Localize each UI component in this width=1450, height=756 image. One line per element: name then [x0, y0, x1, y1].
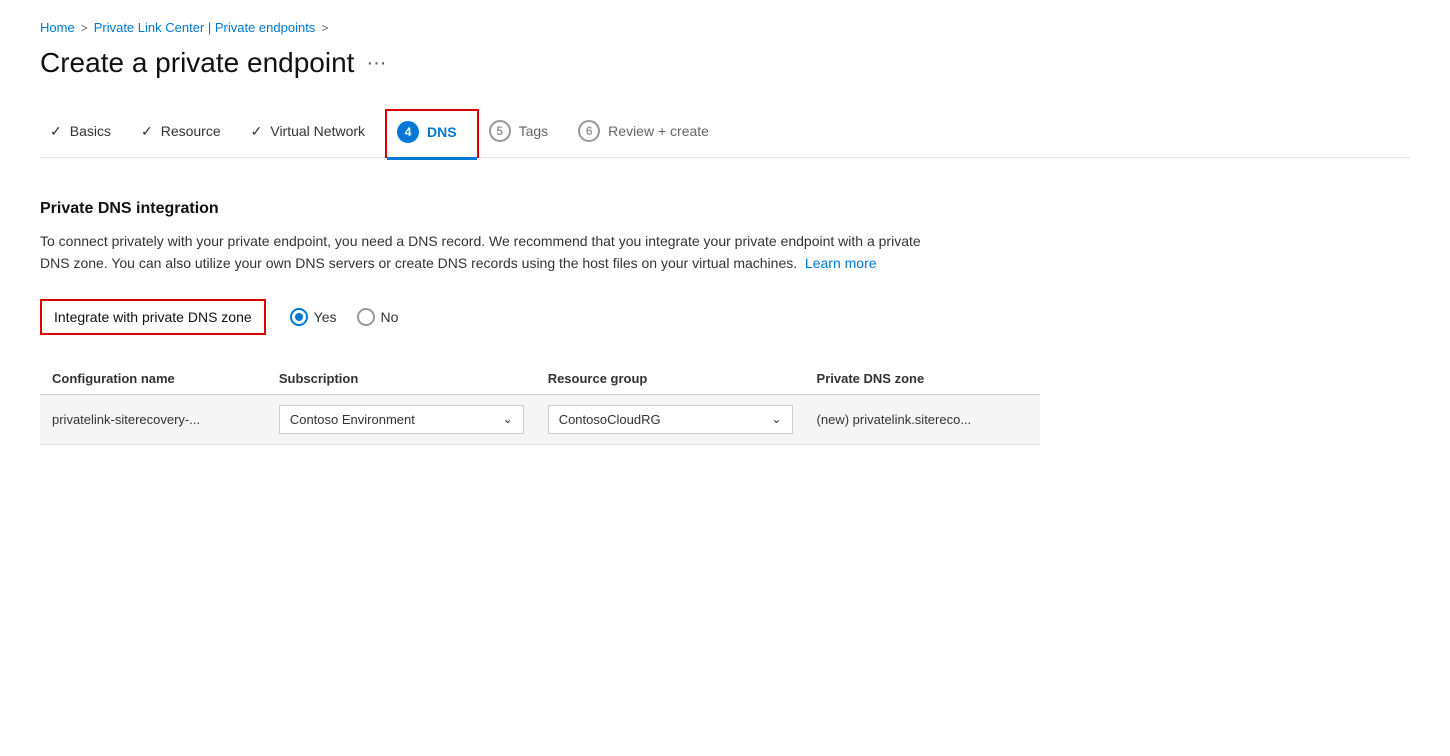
breadcrumb: Home > Private Link Center | Private end… — [40, 20, 1410, 35]
resource-group-dropdown[interactable]: ContosoCloudRG ⌄ — [548, 405, 793, 434]
step-dns[interactable]: 4 DNS — [385, 109, 479, 158]
breadcrumb-private-link[interactable]: Private Link Center | Private endpoints — [94, 20, 316, 35]
radio-yes-circle — [290, 308, 308, 326]
step-basics[interactable]: ✓ Basics — [40, 113, 131, 154]
learn-more-link[interactable]: Learn more — [805, 255, 877, 271]
step-resource-check: ✓ — [141, 123, 153, 140]
step-review-num: 6 — [578, 120, 600, 142]
step-virtual-network[interactable]: ✓ Virtual Network — [241, 113, 385, 154]
step-tags[interactable]: 5 Tags — [479, 110, 569, 156]
breadcrumb-sep-2: > — [321, 21, 328, 35]
col-resource-group: Resource group — [536, 363, 805, 395]
resource-group-value: ContosoCloudRG — [559, 412, 661, 427]
radio-yes-label: Yes — [314, 309, 337, 325]
dns-toggle-label: Integrate with private DNS zone — [40, 299, 266, 335]
page-title: Create a private endpoint — [40, 47, 354, 79]
cell-subscription[interactable]: Contoso Environment ⌄ — [267, 394, 536, 444]
breadcrumb-sep-1: > — [81, 21, 88, 35]
radio-no-label: No — [381, 309, 399, 325]
subscription-dropdown-arrow: ⌄ — [503, 412, 513, 426]
table-header: Configuration name Subscription Resource… — [40, 363, 1040, 395]
col-private-dns-zone: Private DNS zone — [805, 363, 1040, 395]
radio-group: Yes No — [290, 308, 399, 326]
more-options-icon[interactable]: ··· — [366, 52, 386, 75]
section-description: To connect privately with your private e… — [40, 230, 940, 275]
step-review-label: Review + create — [608, 123, 709, 139]
cell-resource-group[interactable]: ContosoCloudRG ⌄ — [536, 394, 805, 444]
radio-yes[interactable]: Yes — [290, 308, 337, 326]
table-row: privatelink-siterecovery-... Contoso Env… — [40, 394, 1040, 444]
radio-no[interactable]: No — [357, 308, 399, 326]
resource-group-dropdown-arrow: ⌄ — [771, 412, 781, 426]
section-title: Private DNS integration — [40, 200, 1410, 218]
step-resource-label: Resource — [161, 123, 221, 139]
cell-private-dns-zone: (new) privatelink.sitereco... — [805, 394, 1040, 444]
step-dns-label: DNS — [427, 124, 457, 140]
step-tags-label: Tags — [519, 123, 549, 139]
step-basics-label: Basics — [70, 123, 111, 139]
step-tags-num: 5 — [489, 120, 511, 142]
step-dns-num: 4 — [397, 121, 419, 143]
breadcrumb-home[interactable]: Home — [40, 20, 75, 35]
dns-toggle-row: Integrate with private DNS zone Yes No — [40, 299, 1410, 335]
wizard-steps: ✓ Basics ✓ Resource ✓ Virtual Network 4 … — [40, 109, 1410, 158]
subscription-dropdown[interactable]: Contoso Environment ⌄ — [279, 405, 524, 434]
table-body: privatelink-siterecovery-... Contoso Env… — [40, 394, 1040, 444]
col-config-name: Configuration name — [40, 363, 267, 395]
step-basics-check: ✓ — [50, 123, 62, 140]
radio-no-circle — [357, 308, 375, 326]
step-resource[interactable]: ✓ Resource — [131, 113, 241, 154]
content-section: Private DNS integration To connect priva… — [40, 190, 1410, 455]
page-header: Create a private endpoint ··· — [40, 47, 1410, 79]
step-virtual-network-check: ✓ — [251, 123, 263, 140]
step-review-create[interactable]: 6 Review + create — [568, 110, 729, 156]
step-virtual-network-label: Virtual Network — [270, 123, 365, 139]
description-text: To connect privately with your private e… — [40, 233, 921, 271]
page-container: Home > Private Link Center | Private end… — [0, 0, 1450, 475]
subscription-value: Contoso Environment — [290, 412, 415, 427]
col-subscription: Subscription — [267, 363, 536, 395]
dns-table: Configuration name Subscription Resource… — [40, 363, 1040, 445]
cell-config-name: privatelink-siterecovery-... — [40, 394, 267, 444]
